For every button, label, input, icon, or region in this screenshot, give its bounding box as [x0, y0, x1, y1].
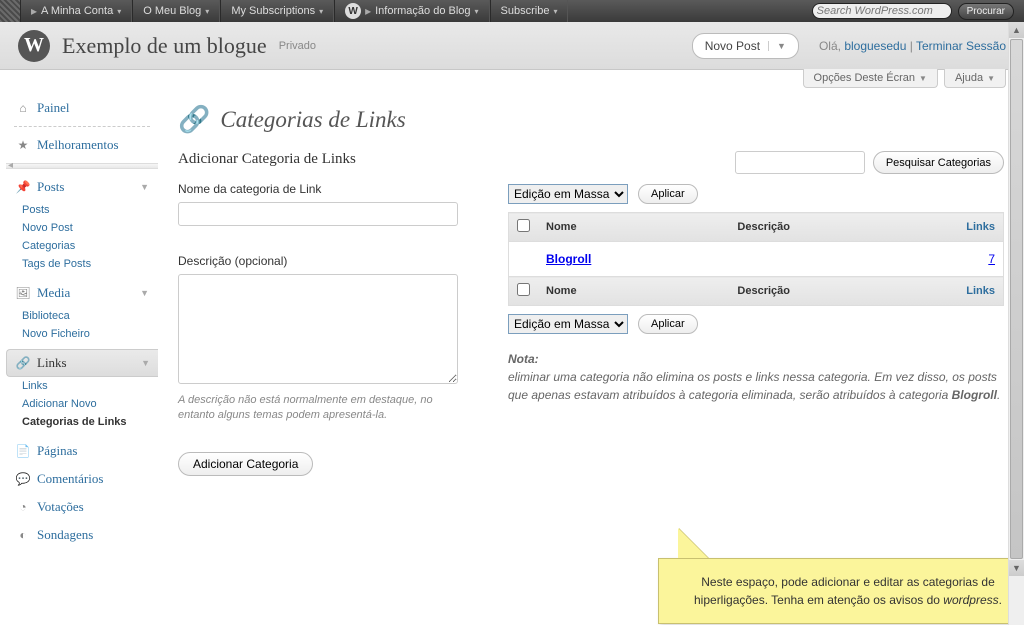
sidebar-pages[interactable]: 📄Páginas — [6, 437, 158, 465]
media-icon: 🖼 — [15, 285, 31, 301]
sidebar-posts-new[interactable]: Novo Post — [10, 219, 158, 237]
col-links[interactable]: Links — [944, 213, 1004, 242]
admin-bar: ▸A Minha Conta▾ O Meu Blog▾ My Subscript… — [0, 0, 1024, 22]
sidebar-media-library[interactable]: Biblioteca — [10, 307, 158, 325]
sidebar-comments[interactable]: 💬Comentários — [6, 465, 158, 493]
help-callout: Neste espaço, pode adicionar e editar as… — [658, 528, 1024, 624]
sidebar-dashboard[interactable]: ⌂Painel — [6, 94, 158, 122]
name-label: Nome da categoria de Link — [178, 182, 478, 196]
category-list-panel: Pesquisar Categorias Edição em Massa Apl… — [508, 151, 1004, 476]
sidebar-posts-all[interactable]: Posts — [10, 201, 158, 219]
categories-table: Nome Descrição Links Blogroll 7 — [508, 212, 1004, 306]
category-desc-cell — [729, 242, 943, 277]
bulk-apply-button-bottom[interactable]: Aplicar — [638, 314, 698, 334]
sidebar-upgrades[interactable]: ★Melhoramentos — [6, 131, 158, 159]
add-category-button[interactable]: Adicionar Categoria — [178, 452, 313, 476]
main-content: 🔗 Categorias de Links Adicionar Categori… — [158, 88, 1024, 549]
star-icon: ★ — [15, 137, 31, 153]
col-name[interactable]: Nome — [538, 213, 729, 242]
sidebar-links-new[interactable]: Adicionar Novo — [10, 395, 158, 413]
admin-bar-blog-info[interactable]: W▸Informação do Blog▾ — [334, 0, 489, 22]
bulk-action-select-bottom[interactable]: Edição em Massa — [508, 314, 628, 334]
sidebar-posts-cats[interactable]: Categorias — [10, 237, 158, 255]
sidebar-links-all[interactable]: Links — [10, 377, 158, 395]
bulk-action-select-top[interactable]: Edição em Massa — [508, 184, 628, 204]
sidebar-polls[interactable]: ◔Votações — [6, 493, 158, 521]
logout-link[interactable]: Terminar Sessão — [916, 39, 1006, 53]
admin-bar-my-account[interactable]: ▸A Minha Conta▾ — [20, 0, 132, 22]
category-count-link[interactable]: 7 — [988, 252, 995, 266]
site-header: W Exemplo de um blogue Privado Novo Post… — [0, 22, 1024, 70]
screen-meta: Opções Deste Écran▼ Ajuda▼ — [0, 69, 1024, 88]
admin-bar-search-input[interactable] — [812, 3, 952, 19]
admin-bar-subscriptions[interactable]: My Subscriptions▾ — [220, 0, 334, 22]
admin-bar-subscribe[interactable]: Subscribe▾ — [490, 0, 569, 22]
comment-icon: 💬 — [15, 471, 31, 487]
scroll-up-icon[interactable]: ▲ — [1009, 22, 1024, 38]
chevron-down-icon[interactable]: ▼ — [768, 41, 786, 51]
poll-icon: ◔ — [15, 499, 31, 515]
page-icon: 📄 — [15, 443, 31, 459]
username-link[interactable]: bloguesedu — [844, 39, 906, 53]
add-category-form: Adicionar Categoria de Links Nome da cat… — [178, 151, 478, 476]
privacy-badge: Privado — [279, 40, 316, 52]
table-row: Blogroll 7 — [509, 242, 1004, 277]
vertical-scrollbar[interactable]: ▲ ▼ — [1008, 22, 1024, 625]
scroll-thumb[interactable] — [1010, 39, 1023, 559]
wordpress-logo-icon: W — [18, 30, 50, 62]
category-description-textarea[interactable] — [178, 274, 458, 384]
admin-bar-search: Procurar — [802, 0, 1024, 22]
sidebar-surveys[interactable]: ◐Sondagens — [6, 521, 158, 549]
sidebar-media-new[interactable]: Novo Ficheiro — [10, 325, 158, 343]
admin-bar-search-button[interactable]: Procurar — [958, 3, 1014, 20]
new-post-button[interactable]: Novo Post▼ — [692, 33, 799, 59]
select-all-bottom[interactable] — [517, 283, 530, 296]
admin-bar-my-blog[interactable]: O Meu Blog▾ — [132, 0, 220, 22]
footer-note: Nota: eliminar uma categoria não elimina… — [508, 350, 1004, 404]
form-heading: Adicionar Categoria de Links — [178, 151, 478, 168]
home-icon: ⌂ — [15, 100, 31, 116]
link-icon: 🔗 — [15, 355, 31, 371]
survey-icon: ◐ — [15, 527, 31, 543]
select-all-top[interactable] — [517, 219, 530, 232]
search-categories-button[interactable]: Pesquisar Categorias — [873, 151, 1004, 174]
wordpress-icon: W — [345, 3, 361, 19]
site-title[interactable]: Exemplo de um blogue — [62, 33, 267, 59]
screen-options-tab[interactable]: Opções Deste Écran▼ — [803, 69, 938, 88]
scroll-down-icon[interactable]: ▼ — [1009, 560, 1024, 576]
category-search-input[interactable] — [735, 151, 865, 174]
description-label: Descrição (opcional) — [178, 254, 478, 268]
bulk-apply-button-top[interactable]: Aplicar — [638, 184, 698, 204]
sidebar-links-cats[interactable]: Categorias de Links — [10, 413, 158, 431]
chevron-down-icon[interactable]: ▼ — [140, 182, 149, 192]
category-name-link[interactable]: Blogroll — [546, 252, 591, 266]
link-large-icon: 🔗 — [178, 104, 210, 135]
help-tab[interactable]: Ajuda▼ — [944, 69, 1006, 88]
admin-sidebar: ⌂Painel ★Melhoramentos 📌Posts▼ Posts Nov… — [0, 88, 158, 549]
chevron-down-icon[interactable]: ▼ — [140, 288, 149, 298]
sidebar-media[interactable]: 🖼Media▼ — [6, 279, 158, 307]
user-greeting: Olá, bloguesedu | Terminar Sessão — [819, 39, 1006, 53]
chevron-down-icon[interactable]: ▼ — [141, 358, 150, 368]
description-hint: A descrição não está normalmente em dest… — [178, 393, 458, 424]
category-name-input[interactable] — [178, 202, 458, 226]
admin-bar-grip — [0, 0, 20, 22]
sidebar-posts-tags[interactable]: Tags de Posts — [10, 255, 158, 273]
pin-icon: 📌 — [15, 179, 31, 195]
col-desc[interactable]: Descrição — [729, 213, 943, 242]
sidebar-links[interactable]: 🔗Links▼ — [6, 349, 158, 377]
sidebar-posts[interactable]: 📌Posts▼ — [6, 173, 158, 201]
page-title: Categorias de Links — [220, 107, 405, 133]
